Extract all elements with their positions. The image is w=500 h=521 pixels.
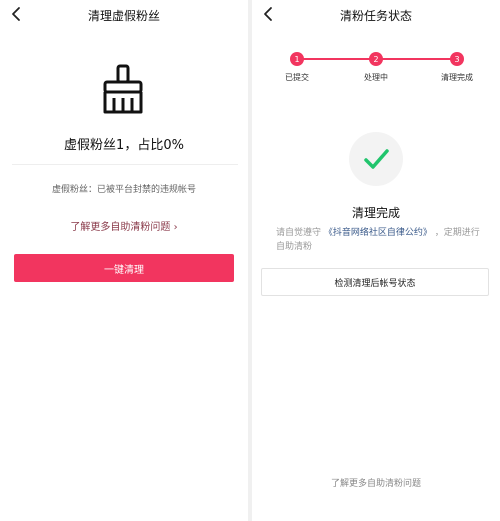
one-click-clean-button[interactable]: 一键清理 <box>14 254 234 282</box>
fake-fans-panel: 清理虚假粉丝 虚假粉丝1，占比0% 虚假粉丝：已被平台封禁的违规帐号 了解更多自… <box>0 0 248 521</box>
task-status-panel: 清粉任务状态 1 已提交 2 处理中 3 清理完成 清理完成 请自觉遵守 《抖音… <box>252 0 500 521</box>
divider-line <box>12 164 238 165</box>
page-title: 清理虚假粉丝 <box>87 9 160 23</box>
step-dot-3: 3 <box>450 52 464 66</box>
community-rules-link[interactable]: 《抖音网络社区自律公约》 <box>324 228 432 238</box>
rule-notice: 请自觉遵守 《抖音网络社区自律公约》 ，定期进行自助清粉 <box>276 226 482 254</box>
fake-fans-description: 虚假粉丝：已被平台封禁的违规帐号 <box>51 185 196 195</box>
learn-more-link[interactable]: 了解更多自助清粉问题 <box>252 476 500 489</box>
progress-steps: 1 已提交 2 处理中 3 清理完成 <box>252 52 500 88</box>
right-header: 清粉任务状态 <box>252 0 500 30</box>
page-title: 清粉任务状态 <box>339 9 412 23</box>
step-label-processing: 处理中 <box>364 73 388 82</box>
success-badge <box>349 132 403 186</box>
broom-icon <box>99 64 147 116</box>
check-account-status-button[interactable]: 检测清理后帐号状态 <box>261 268 489 296</box>
left-header: 清理虚假粉丝 <box>0 0 248 30</box>
step-dot-2: 2 <box>369 52 383 66</box>
learn-more-link[interactable]: 了解更多自助清粉问题 › <box>0 218 248 233</box>
rule-prefix: 请自觉遵守 <box>276 228 322 238</box>
step-label-completed: 清理完成 <box>441 73 473 82</box>
cleanup-complete-title: 清理完成 <box>351 206 400 220</box>
step-label-submitted: 已提交 <box>285 73 309 82</box>
fake-fans-count: 虚假粉丝1，占比0% <box>64 138 184 153</box>
step-dot-1: 1 <box>290 52 304 66</box>
checkmark-icon <box>364 149 389 169</box>
